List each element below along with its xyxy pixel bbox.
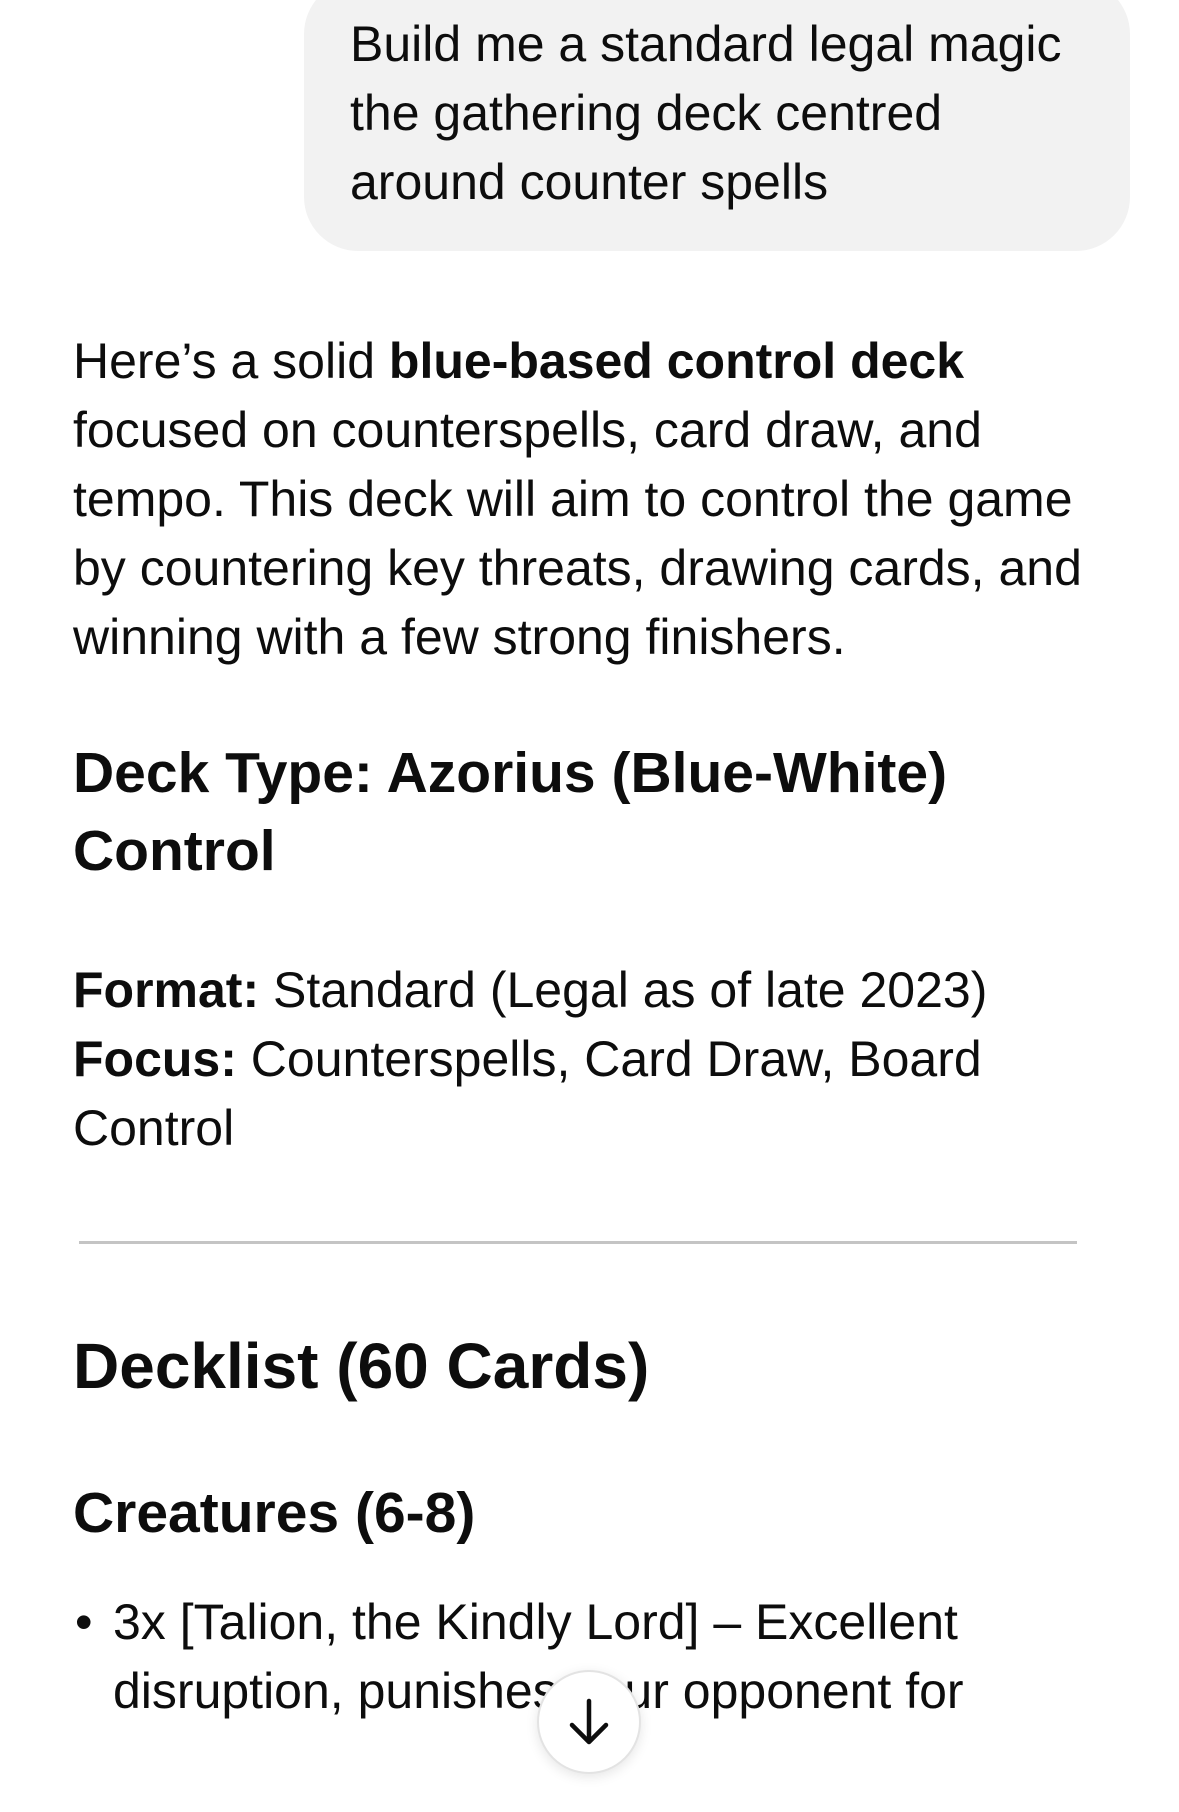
list-item-text: 3x [Talion, the Kindly Lord] – Excellent… [113,1594,964,1719]
bullet-marker: • [75,1594,93,1650]
arrow-down-icon [569,1698,609,1745]
creatures-heading: Creatures (6-8) [73,1481,476,1545]
decklist-heading: Decklist (60 Cards) [73,1330,650,1402]
intro-prefix: Here’s a solid [73,333,389,389]
focus-label: Focus: [73,1031,237,1087]
format-value: Standard (Legal as of late 2023) [259,962,988,1018]
assistant-response: Here’s a solid blue-based control deck f… [73,327,1083,1726]
intro-bold: blue-based control deck [388,333,965,389]
deck-type-heading: Deck Type: Azorius (Blue-White) Control [73,741,948,883]
user-message-bubble: Build me a standard legal magic the gath… [304,0,1130,251]
format-label: Format: [73,962,260,1018]
intro-suffix: focused on counterspells, card draw, and… [73,402,1082,665]
intro-paragraph: Here’s a solid blue-based control deck f… [73,327,1083,672]
user-message-text: Build me a standard legal magic the gath… [350,16,1062,210]
deck-meta: Format: Standard (Legal as of late 2023)… [73,956,1083,1163]
scroll-to-bottom-button[interactable] [537,1670,641,1774]
section-divider [79,1241,1077,1244]
